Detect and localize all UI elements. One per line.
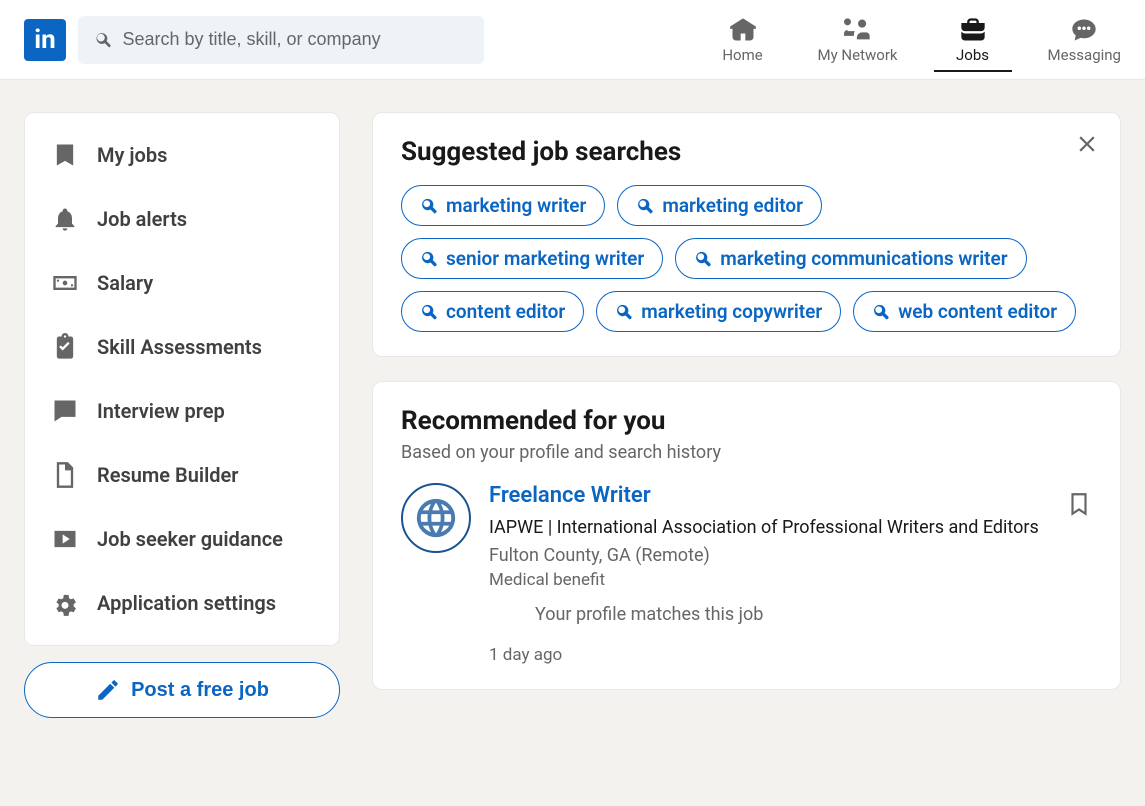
bell-icon [51, 205, 79, 233]
bookmark-button[interactable] [1066, 489, 1092, 523]
search-icon [94, 30, 112, 50]
nav-messaging[interactable]: Messaging [1048, 0, 1121, 80]
search-pill[interactable]: marketing copywriter [596, 291, 841, 332]
messaging-icon [1069, 16, 1099, 44]
search-icon [872, 303, 890, 321]
job-match: Your profile matches this job [535, 604, 1092, 625]
sidebar-item-salary[interactable]: Salary [25, 251, 339, 315]
nav-label: Home [722, 46, 762, 64]
pill-label: marketing editor [662, 194, 803, 217]
pill-label: web content editor [898, 300, 1057, 323]
pill-label: content editor [446, 300, 565, 323]
sidebar-item-label: Skill Assessments [97, 335, 262, 359]
home-icon [728, 16, 758, 44]
nav-jobs[interactable]: Jobs [938, 0, 1008, 80]
search-pill[interactable]: marketing communications writer [675, 238, 1026, 279]
suggested-pills: marketing writer marketing editor senior m… [401, 185, 1092, 332]
search-icon [420, 303, 438, 321]
bookmark-outline-icon [1066, 489, 1092, 519]
job-benefit: Medical benefit [489, 570, 1092, 590]
globe-icon [413, 495, 459, 541]
search-icon [420, 250, 438, 268]
sidebar-item-label: Salary [97, 271, 153, 295]
sidebar-item-application-settings[interactable]: Application settings [25, 571, 339, 635]
gear-icon [51, 589, 79, 617]
sidebar-card: My jobs Job alerts Salary Skill Assessme… [24, 112, 340, 646]
sidebar-item-label: Resume Builder [97, 463, 238, 487]
pill-label: marketing communications writer [720, 247, 1007, 270]
sidebar-item-label: Job seeker guidance [97, 527, 283, 551]
sidebar: My jobs Job alerts Salary Skill Assessme… [24, 112, 340, 718]
nav-network[interactable]: My Network [818, 0, 898, 80]
main-content: Suggested job searches marketing writerm… [372, 112, 1121, 718]
close-icon [1074, 131, 1100, 157]
company-logo [401, 483, 471, 553]
notes-icon [51, 397, 79, 425]
post-job-label: Post a free job [131, 679, 269, 702]
sidebar-item-interview-prep[interactable]: Interview prep [25, 379, 339, 443]
sidebar-item-label: Interview prep [97, 399, 225, 423]
job-location: Fulton County, GA (Remote) [489, 545, 1092, 566]
document-icon [51, 461, 79, 489]
nav-label: Messaging [1048, 46, 1121, 64]
sidebar-item-job-seeker-guidance[interactable]: Job seeker guidance [25, 507, 339, 571]
search-input[interactable] [122, 29, 468, 50]
sidebar-item-label: My jobs [97, 143, 167, 167]
recommended-card: Recommended for you Based on your profil… [372, 381, 1121, 690]
nav-label: Jobs [956, 46, 989, 64]
search-pill[interactable]: marketing writer [401, 185, 605, 226]
pill-label: marketing copywriter [641, 300, 822, 323]
sidebar-item-label: Job alerts [97, 207, 187, 231]
bookmark-icon [51, 141, 79, 169]
edit-icon [95, 677, 121, 703]
sidebar-item-label: Application settings [97, 591, 276, 615]
search-pill[interactable]: marketing editor [617, 185, 822, 226]
post-job-button[interactable]: Post a free job [24, 662, 340, 718]
suggested-searches-card: Suggested job searches marketing writerm… [372, 112, 1121, 357]
search-pill[interactable]: senior marketing writer [401, 238, 663, 279]
briefcase-icon [958, 16, 988, 44]
search-icon [615, 303, 633, 321]
sidebar-item-job-alerts[interactable]: Job alerts [25, 187, 339, 251]
close-button[interactable] [1074, 131, 1100, 161]
sidebar-item-skill-assessments[interactable]: Skill Assessments [25, 315, 339, 379]
search-icon [694, 250, 712, 268]
recommended-title: Recommended for you [401, 406, 1092, 436]
sidebar-item-my-jobs[interactable]: My jobs [25, 123, 339, 187]
job-company: IAPWE | International Association of Pro… [489, 514, 1092, 541]
recommended-subtitle: Based on your profile and search history [401, 442, 1092, 463]
search-pill[interactable]: web content editor [853, 291, 1076, 332]
search-bar[interactable] [78, 16, 484, 64]
pill-label: marketing writer [446, 194, 586, 217]
sidebar-item-resume-builder[interactable]: Resume Builder [25, 443, 339, 507]
pill-label: senior marketing writer [446, 247, 644, 270]
job-title[interactable]: Freelance Writer [489, 483, 1092, 508]
money-icon [51, 269, 79, 297]
linkedin-logo[interactable]: in [24, 19, 66, 61]
search-icon [636, 197, 654, 215]
play-icon [51, 525, 79, 553]
nav-items: Home My Network Jobs Messaging [708, 0, 1121, 80]
main-container: My jobs Job alerts Salary Skill Assessme… [0, 80, 1145, 750]
clipboard-icon [51, 333, 79, 361]
suggested-title: Suggested job searches [401, 137, 1092, 167]
nav-home[interactable]: Home [708, 0, 778, 80]
network-icon [843, 16, 873, 44]
job-listing[interactable]: Freelance Writer IAPWE | International A… [401, 483, 1092, 665]
search-icon [420, 197, 438, 215]
job-age: 1 day ago [489, 645, 1092, 665]
nav-label: My Network [818, 46, 898, 64]
global-header: in Home My Network Jobs Messaging [0, 0, 1145, 80]
job-info: Freelance Writer IAPWE | International A… [489, 483, 1092, 665]
search-pill[interactable]: content editor [401, 291, 584, 332]
